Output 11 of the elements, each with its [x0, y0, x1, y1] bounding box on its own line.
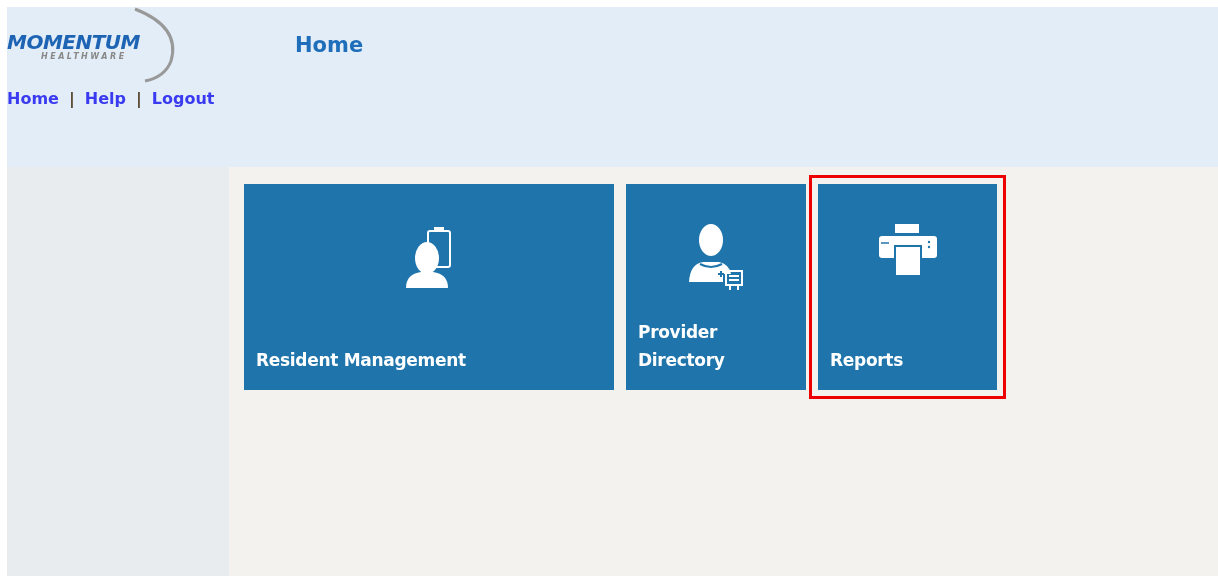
nav-separator: |	[68, 89, 75, 108]
page-title: Home	[295, 33, 364, 57]
menu-tile[interactable]: Resident Management	[244, 184, 614, 390]
menu-tile[interactable]: Provider Directory	[626, 184, 806, 390]
menu-tile[interactable]: Reports	[818, 184, 997, 390]
logo: MOMENTUM HEALTHWARE	[7, 7, 177, 85]
nav-link[interactable]: Logout	[151, 89, 215, 108]
nav-link[interactable]: Help	[84, 89, 126, 108]
printer-icon	[878, 224, 937, 276]
nav-link[interactable]: Home	[7, 89, 59, 108]
nav-separator: |	[135, 89, 142, 108]
